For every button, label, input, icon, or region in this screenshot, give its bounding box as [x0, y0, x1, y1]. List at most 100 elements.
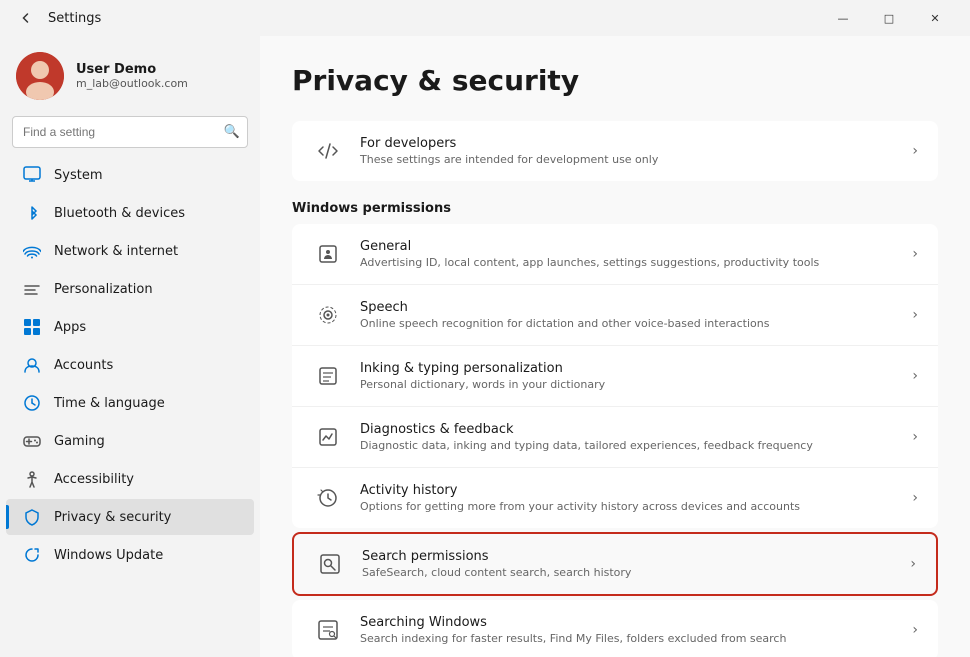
search-permissions-text: Search permissions SafeSearch, cloud con… [362, 549, 894, 579]
sidebar-item-personalization-label: Personalization [54, 282, 153, 297]
for-developers-chevron: › [912, 143, 918, 159]
for-developers-card: For developers These settings are intend… [292, 121, 938, 181]
user-info: User Demo m_lab@outlook.com [76, 62, 188, 90]
content-area: Privacy & security For developers These … [260, 36, 970, 657]
close-button[interactable]: ✕ [912, 0, 958, 36]
user-name: User Demo [76, 62, 188, 77]
inking-icon [312, 360, 344, 392]
bluetooth-icon [22, 203, 42, 223]
sidebar-item-privacy[interactable]: Privacy & security [6, 499, 254, 535]
apps-icon [22, 317, 42, 337]
search-input[interactable] [12, 116, 248, 148]
speech-title: Speech [360, 300, 896, 315]
time-icon [22, 393, 42, 413]
sidebar-item-apps[interactable]: Apps [6, 309, 254, 345]
user-email: m_lab@outlook.com [76, 77, 188, 90]
sidebar-item-accounts-label: Accounts [54, 358, 113, 373]
accessibility-icon [22, 469, 42, 489]
search-permissions-row[interactable]: Search permissions SafeSearch, cloud con… [294, 534, 936, 594]
general-chevron: › [912, 246, 918, 262]
window-controls: — □ ✕ [820, 0, 958, 36]
searching-windows-row[interactable]: Searching Windows Search indexing for fa… [292, 600, 938, 657]
sidebar-item-network[interactable]: Network & internet [6, 233, 254, 269]
sidebar-item-windows-update[interactable]: Windows Update [6, 537, 254, 573]
titlebar: Settings — □ ✕ [0, 0, 970, 36]
sidebar-item-apps-label: Apps [54, 320, 86, 335]
search-icon: 🔍 [224, 125, 240, 140]
activity-chevron: › [912, 490, 918, 506]
search-permissions-icon [314, 548, 346, 580]
speech-chevron: › [912, 307, 918, 323]
diagnostics-row[interactable]: Diagnostics & feedback Diagnostic data, … [292, 407, 938, 468]
inking-row[interactable]: Inking & typing personalization Personal… [292, 346, 938, 407]
speech-desc: Online speech recognition for dictation … [360, 317, 896, 330]
diagnostics-title: Diagnostics & feedback [360, 422, 896, 437]
activity-text: Activity history Options for getting mor… [360, 483, 896, 513]
for-developers-text: For developers These settings are intend… [360, 136, 896, 166]
accounts-icon [22, 355, 42, 375]
diagnostics-desc: Diagnostic data, inking and typing data,… [360, 439, 896, 452]
user-section[interactable]: User Demo m_lab@outlook.com [0, 44, 260, 116]
searching-windows-chevron: › [912, 622, 918, 638]
speech-icon [312, 299, 344, 331]
for-developers-desc: These settings are intended for developm… [360, 153, 896, 166]
back-button[interactable] [12, 4, 40, 32]
sidebar-item-time-label: Time & language [54, 396, 165, 411]
search-permissions-card: Search permissions SafeSearch, cloud con… [292, 532, 938, 596]
activity-row[interactable]: Activity history Options for getting mor… [292, 468, 938, 528]
window-title: Settings [48, 11, 101, 26]
searching-windows-desc: Search indexing for faster results, Find… [360, 632, 896, 645]
general-icon [312, 238, 344, 270]
main-container: User Demo m_lab@outlook.com 🔍 System Blu… [0, 36, 970, 657]
windows-permissions-group: General Advertising ID, local content, a… [292, 224, 938, 528]
diagnostics-chevron: › [912, 429, 918, 445]
sidebar-item-accounts[interactable]: Accounts [6, 347, 254, 383]
diagnostics-icon [312, 421, 344, 453]
sidebar-item-personalization[interactable]: Personalization [6, 271, 254, 307]
for-developers-title: For developers [360, 136, 896, 151]
speech-text: Speech Online speech recognition for dic… [360, 300, 896, 330]
for-developers-icon [312, 135, 344, 167]
sidebar-item-gaming[interactable]: Gaming [6, 423, 254, 459]
search-permissions-chevron: › [910, 556, 916, 572]
general-desc: Advertising ID, local content, app launc… [360, 256, 896, 269]
searching-windows-icon [312, 614, 344, 646]
sidebar-item-network-label: Network & internet [54, 244, 178, 259]
personalization-icon [22, 279, 42, 299]
searching-windows-text: Searching Windows Search indexing for fa… [360, 615, 896, 645]
sidebar-item-gaming-label: Gaming [54, 434, 105, 449]
sidebar-item-system[interactable]: System [6, 157, 254, 193]
speech-row[interactable]: Speech Online speech recognition for dic… [292, 285, 938, 346]
windows-permissions-header: Windows permissions [292, 185, 938, 224]
activity-title: Activity history [360, 483, 896, 498]
general-text: General Advertising ID, local content, a… [360, 239, 896, 269]
search-permissions-title: Search permissions [362, 549, 894, 564]
sidebar-item-privacy-label: Privacy & security [54, 510, 171, 525]
gaming-icon [22, 431, 42, 451]
sidebar-item-accessibility[interactable]: Accessibility [6, 461, 254, 497]
maximize-button[interactable]: □ [866, 0, 912, 36]
inking-text: Inking & typing personalization Personal… [360, 361, 896, 391]
minimize-button[interactable]: — [820, 0, 866, 36]
sidebar-item-bluetooth-label: Bluetooth & devices [54, 206, 185, 221]
sidebar-item-accessibility-label: Accessibility [54, 472, 134, 487]
sidebar-item-windows-update-label: Windows Update [54, 548, 163, 563]
inking-desc: Personal dictionary, words in your dicti… [360, 378, 896, 391]
diagnostics-text: Diagnostics & feedback Diagnostic data, … [360, 422, 896, 452]
page-title: Privacy & security [292, 64, 938, 97]
searching-windows-title: Searching Windows [360, 615, 896, 630]
general-row[interactable]: General Advertising ID, local content, a… [292, 224, 938, 285]
sidebar-item-bluetooth[interactable]: Bluetooth & devices [6, 195, 254, 231]
for-developers-row[interactable]: For developers These settings are intend… [292, 121, 938, 181]
sidebar-item-time[interactable]: Time & language [6, 385, 254, 421]
sidebar-item-system-label: System [54, 168, 102, 183]
general-title: General [360, 239, 896, 254]
inking-title: Inking & typing personalization [360, 361, 896, 376]
avatar [16, 52, 64, 100]
activity-icon [312, 482, 344, 514]
activity-desc: Options for getting more from your activ… [360, 500, 896, 513]
search-permissions-desc: SafeSearch, cloud content search, search… [362, 566, 894, 579]
search-box: 🔍 [12, 116, 248, 148]
privacy-icon [22, 507, 42, 527]
searching-windows-card: Searching Windows Search indexing for fa… [292, 600, 938, 657]
